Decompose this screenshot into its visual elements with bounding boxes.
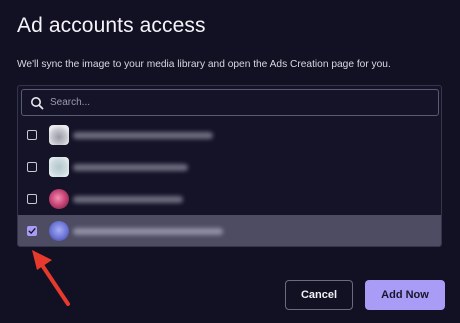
account-name-redacted bbox=[73, 163, 188, 171]
account-name-redacted bbox=[73, 131, 213, 139]
account-rows bbox=[18, 119, 441, 246]
add-now-button[interactable]: Add Now bbox=[365, 280, 445, 310]
search-input[interactable] bbox=[50, 97, 410, 108]
dialog-title: Ad accounts access bbox=[17, 14, 206, 37]
account-checkbox-checked[interactable] bbox=[27, 226, 37, 236]
pink-avatar bbox=[49, 189, 69, 209]
blue-circle-avatar bbox=[49, 221, 69, 241]
light-teal-avatar bbox=[49, 157, 69, 177]
gray-cloud-avatar bbox=[49, 125, 69, 145]
account-row-selected[interactable] bbox=[18, 215, 441, 246]
account-checkbox[interactable] bbox=[27, 194, 37, 204]
account-name-redacted bbox=[73, 227, 223, 235]
search-icon bbox=[30, 96, 44, 110]
account-list bbox=[17, 85, 442, 247]
account-row[interactable] bbox=[18, 183, 441, 215]
account-row[interactable] bbox=[18, 151, 441, 183]
check-icon bbox=[28, 228, 36, 234]
ad-accounts-dialog: Ad accounts access We'll sync the image … bbox=[0, 0, 460, 323]
account-name-redacted bbox=[73, 195, 183, 203]
account-checkbox[interactable] bbox=[27, 162, 37, 172]
cancel-button[interactable]: Cancel bbox=[285, 280, 353, 310]
search-box[interactable] bbox=[21, 89, 439, 116]
red-arrow-annotation bbox=[32, 250, 70, 306]
account-row[interactable] bbox=[18, 119, 441, 151]
dialog-subtitle: We'll sync the image to your media libra… bbox=[17, 59, 391, 70]
account-checkbox[interactable] bbox=[27, 130, 37, 140]
